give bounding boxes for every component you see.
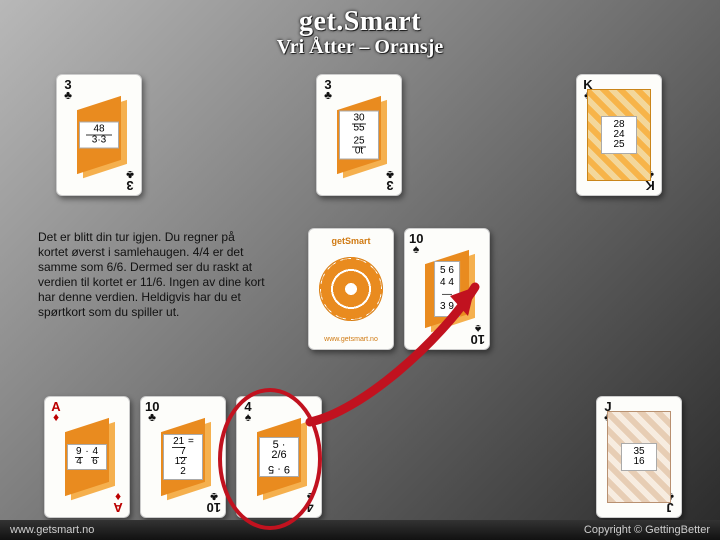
card-fraction: 30 55 25 0t: [339, 111, 379, 160]
deck-footer: www.getsmart.no: [309, 336, 393, 343]
pile-values: 5 6 4 4 — 3 9: [434, 261, 460, 317]
mandala-icon: [319, 257, 383, 321]
card-top-1: 3♣ 3♣ 48 3·3: [56, 74, 142, 196]
card-top-3-king: K♣ K♣ 28 24 25: [576, 74, 662, 196]
deck-brand: getSmart: [309, 237, 393, 246]
card-top-2: 3♣ 3♣ 30 55 25 0t: [316, 74, 402, 196]
king-picture: 28 24 25: [587, 89, 651, 181]
card-fraction: 9 · 4 4 6: [67, 444, 107, 470]
hand-card-1[interactable]: A♦ A♦ 9 · 4 4 6: [44, 396, 130, 518]
explanation-text: Det er blitt din tur igjen. Du regner på…: [38, 230, 268, 320]
card-values: 35 16: [621, 443, 657, 471]
card-fraction: 48 3·3: [79, 122, 119, 149]
discard-pile-top[interactable]: 10♠ 10♠ 5 6 4 4 — 3 9: [404, 228, 490, 350]
footer-site: www.getsmart.no: [10, 520, 94, 540]
title-block: get.Smart Vri Åtter – Oransje: [0, 0, 720, 59]
page-subtitle: Vri Åtter – Oransje: [0, 36, 720, 59]
card-fraction: 21 = 7 12 2: [163, 434, 203, 480]
hand-card-4-jack[interactable]: J♣ J♣ 35 16: [596, 396, 682, 518]
draw-deck[interactable]: getSmart www.getsmart.no: [308, 228, 394, 350]
page-title: get.Smart: [0, 6, 720, 38]
jack-picture: 35 16: [607, 411, 671, 503]
footer-bar: www.getsmart.no Copyright © GettingBette…: [0, 520, 720, 540]
footer-copyright: Copyright © GettingBetter: [584, 520, 710, 540]
card-motif: 48 3·3: [71, 97, 127, 173]
highlight-circle-icon: [218, 388, 322, 530]
hand-card-2[interactable]: 10♣ 10♣ 21 = 7 12 2: [140, 396, 226, 518]
card-values: 28 24 25: [601, 116, 637, 154]
